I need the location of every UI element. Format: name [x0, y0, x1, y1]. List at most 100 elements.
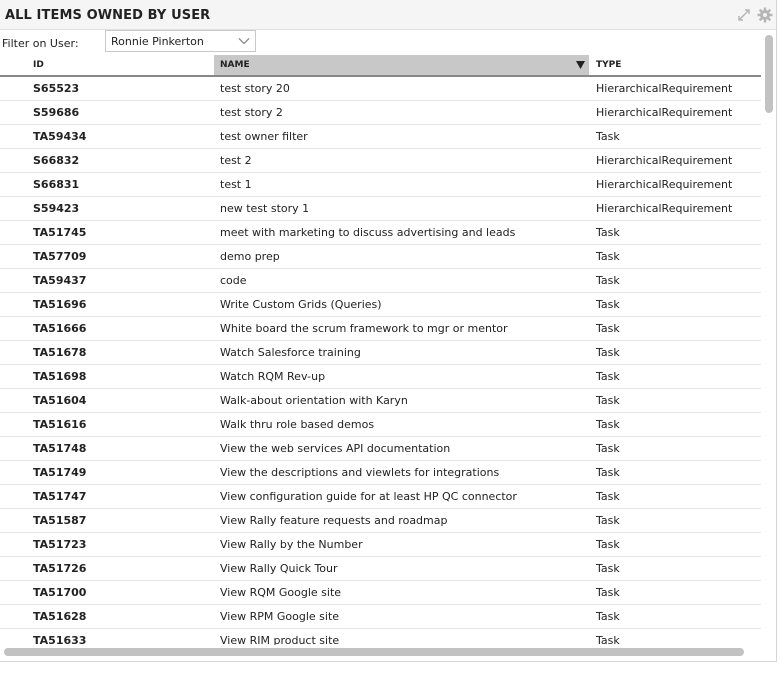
table-row[interactable]: TA51616 Walk thru role based demos Task: [0, 413, 761, 437]
row-name: Watch RQM Rev-up: [220, 370, 326, 383]
horizontal-scrollbar[interactable]: [0, 646, 776, 658]
table-row[interactable]: TA59434 test owner filter Task: [0, 125, 761, 149]
row-name: code: [220, 274, 247, 287]
table-row[interactable]: TA51633 View RIM product site Task: [0, 629, 761, 645]
row-id[interactable]: S66832: [33, 149, 79, 173]
column-header-name-label: NAME: [220, 60, 250, 70]
grid-body: S65523 test story 20 HierarchicalRequireme…: [0, 77, 761, 645]
row-name: View RQM Google site: [220, 586, 342, 599]
row-name: test story 2: [220, 106, 283, 119]
row-id[interactable]: TA51696: [33, 293, 86, 317]
row-type: Task: [596, 130, 620, 143]
row-id[interactable]: S66831: [33, 173, 79, 197]
row-id[interactable]: TA51749: [33, 461, 86, 485]
table-row[interactable]: S66831 test 1 HierarchicalRequirement: [0, 173, 761, 197]
row-type: Task: [596, 442, 620, 455]
row-type: HierarchicalRequirement: [596, 202, 733, 215]
row-name: meet with marketing to discuss advertisi…: [220, 226, 516, 239]
row-id[interactable]: TA59437: [33, 269, 86, 293]
row-name: View RIM product site: [220, 634, 340, 645]
row-id[interactable]: S59686: [33, 101, 79, 125]
horizontal-scroll-thumb[interactable]: [4, 648, 744, 656]
row-name: View RPM Google site: [220, 610, 340, 623]
chevron-down-icon[interactable]: [238, 37, 250, 45]
row-id[interactable]: TA51726: [33, 557, 86, 581]
items-grid: ID NAME TYPE S65523 test story 20 Hierarch…: [0, 55, 761, 645]
row-type: Task: [596, 490, 620, 503]
row-id[interactable]: TA57709: [33, 245, 86, 269]
table-row[interactable]: S66832 test 2 HierarchicalRequirement: [0, 149, 761, 173]
panel-header: ALL ITEMS OWNED BY USER: [0, 0, 776, 30]
row-type: Task: [596, 418, 620, 431]
table-row[interactable]: TA51745 meet with marketing to discuss ad…: [0, 221, 761, 245]
row-name: White board the scrum framework to mgr o…: [220, 322, 508, 335]
row-name: test story 20: [220, 82, 290, 95]
table-row[interactable]: S65523 test story 20 HierarchicalRequireme…: [0, 77, 761, 101]
table-row[interactable]: TA51698 Watch RQM Rev-up Task: [0, 365, 761, 389]
table-row[interactable]: TA51726 View Rally Quick Tour Task: [0, 557, 761, 581]
row-name: new test story 1: [220, 202, 310, 215]
row-id[interactable]: S65523: [33, 77, 79, 101]
table-row[interactable]: TA51604 Walk-about orientation with Karyn…: [0, 389, 761, 413]
table-row[interactable]: TA51666 White board the scrum framework t…: [0, 317, 761, 341]
row-id[interactable]: TA51666: [33, 317, 86, 341]
table-row[interactable]: TA51696 Write Custom Grids (Queries) Task: [0, 293, 761, 317]
row-name: View the web services API documentation: [220, 442, 451, 455]
user-filter-select[interactable]: Ronnie Pinkerton: [105, 30, 256, 52]
row-id[interactable]: TA51745: [33, 221, 86, 245]
row-id[interactable]: TA51628: [33, 605, 86, 629]
row-type: Task: [596, 634, 620, 645]
row-id[interactable]: TA51604: [33, 389, 86, 413]
row-type: Task: [596, 586, 620, 599]
row-id[interactable]: TA51700: [33, 581, 86, 605]
row-name: test 2: [220, 154, 252, 167]
gear-icon[interactable]: [757, 7, 773, 23]
vertical-scrollbar[interactable]: [763, 30, 775, 646]
row-type: Task: [596, 298, 620, 311]
row-name: View Rally by the Number: [220, 538, 363, 551]
table-row[interactable]: TA57709 demo prep Task: [0, 245, 761, 269]
table-row[interactable]: TA51587 View Rally feature requests and r…: [0, 509, 761, 533]
table-row[interactable]: S59686 test story 2 HierarchicalRequiremen…: [0, 101, 761, 125]
table-row[interactable]: TA51723 View Rally by the Number Task: [0, 533, 761, 557]
row-id[interactable]: TA51723: [33, 533, 86, 557]
row-name: test owner filter: [220, 130, 308, 143]
row-name: View the descriptions and viewlets for i…: [220, 466, 500, 479]
row-type: HierarchicalRequirement: [596, 178, 733, 191]
panel-title: ALL ITEMS OWNED BY USER: [5, 8, 211, 23]
row-id[interactable]: TA51747: [33, 485, 86, 509]
table-row[interactable]: TA51628 View RPM Google site Task: [0, 605, 761, 629]
row-name: Write Custom Grids (Queries): [220, 298, 382, 311]
row-name: View configuration guide for at least HP…: [220, 490, 517, 503]
row-id[interactable]: TA59434: [33, 125, 86, 149]
user-filter-value: Ronnie Pinkerton: [111, 35, 204, 48]
table-row[interactable]: TA51700 View RQM Google site Task: [0, 581, 761, 605]
row-id[interactable]: TA51698: [33, 365, 86, 389]
row-id[interactable]: TA51587: [33, 509, 86, 533]
row-id[interactable]: TA51616: [33, 413, 86, 437]
vertical-scroll-thumb[interactable]: [765, 35, 773, 113]
row-type: HierarchicalRequirement: [596, 154, 733, 167]
row-name: test 1: [220, 178, 252, 191]
row-type: Task: [596, 226, 620, 239]
column-header-type[interactable]: TYPE: [596, 55, 761, 75]
table-row[interactable]: TA51747 View configuration guide for at l…: [0, 485, 761, 509]
row-id[interactable]: TA51748: [33, 437, 86, 461]
row-name: Walk thru role based demos: [220, 418, 375, 431]
table-row[interactable]: TA59437 code Task: [0, 269, 761, 293]
table-row[interactable]: TA51678 Watch Salesforce training Task: [0, 341, 761, 365]
column-header-name[interactable]: NAME: [214, 55, 589, 75]
expand-icon[interactable]: [736, 7, 752, 23]
table-row[interactable]: TA51748 View the web services API documen…: [0, 437, 761, 461]
row-id[interactable]: S59423: [33, 197, 79, 221]
sort-desc-icon[interactable]: [576, 61, 585, 69]
column-header-id[interactable]: ID: [33, 55, 213, 75]
table-row[interactable]: S59423 new test story 1 HierarchicalRequir…: [0, 197, 761, 221]
row-id[interactable]: TA51633: [33, 629, 86, 645]
grid-header: ID NAME TYPE: [0, 55, 761, 77]
row-id[interactable]: TA51678: [33, 341, 86, 365]
row-name: View Rally feature requests and roadmap: [220, 514, 448, 527]
row-type: Task: [596, 370, 620, 383]
row-type: Task: [596, 466, 620, 479]
table-row[interactable]: TA51749 View the descriptions and viewlet…: [0, 461, 761, 485]
